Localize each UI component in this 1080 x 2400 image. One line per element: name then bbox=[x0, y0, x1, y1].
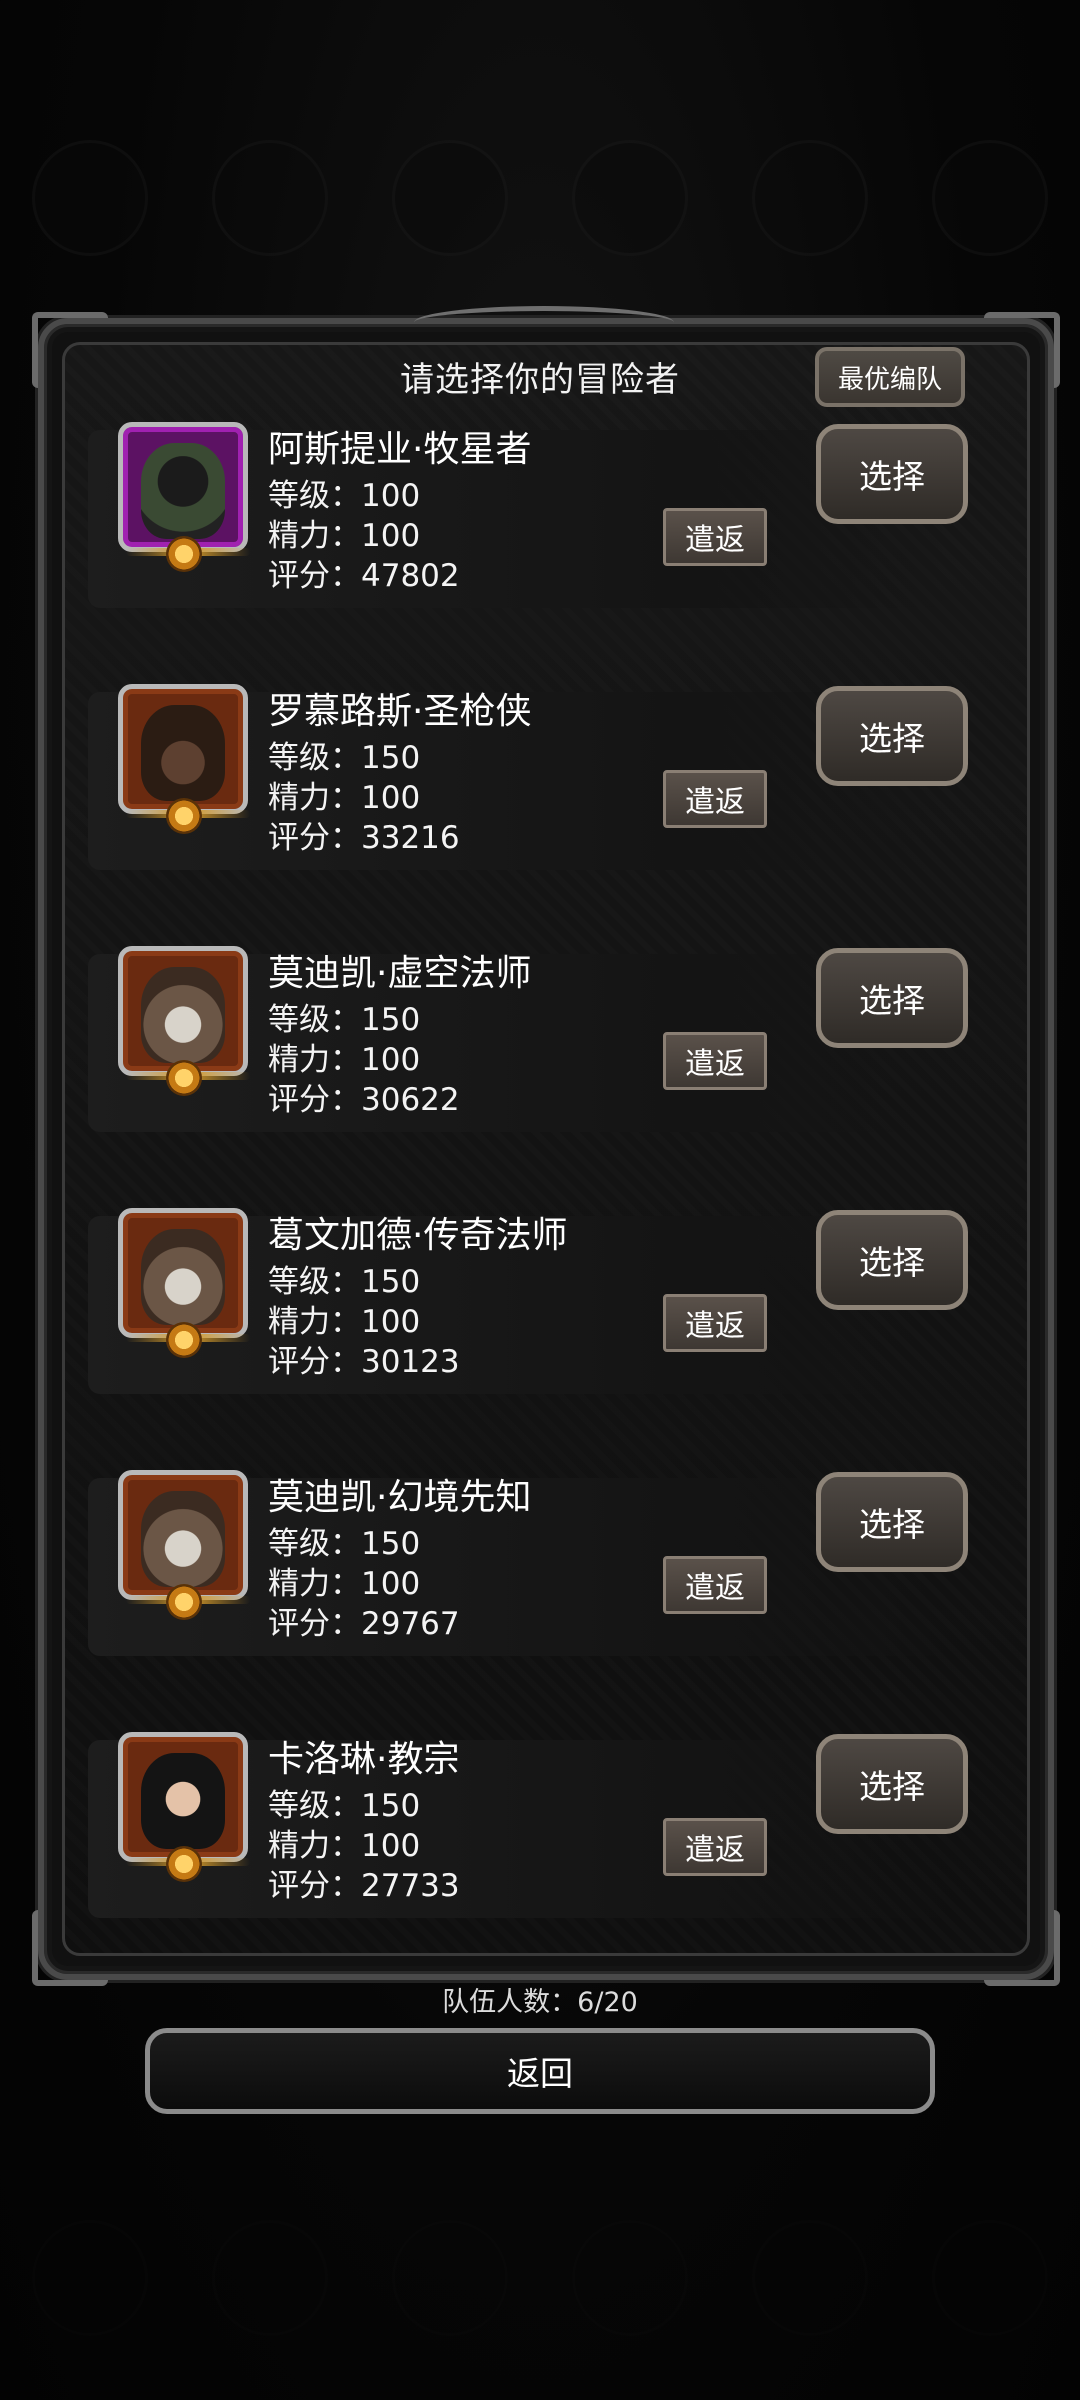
hero-portrait[interactable] bbox=[118, 422, 248, 552]
hero-name: 卡洛琳·教宗 bbox=[268, 1739, 460, 1780]
hero-name: 阿斯提业·牧星者 bbox=[268, 429, 532, 470]
hero-name: 莫迪凯·幻境先知 bbox=[268, 1477, 532, 1518]
dismiss-button[interactable]: 遣返 bbox=[663, 1032, 767, 1090]
hero-card: 莫迪凯·幻境先知 等级：150 精力：100 评分：29767 遣返 选择 bbox=[88, 1470, 968, 1656]
hero-level: 等级：150 bbox=[268, 1526, 421, 1562]
dismiss-button[interactable]: 遣返 bbox=[663, 770, 767, 828]
rank-emblem-icon bbox=[166, 1060, 202, 1096]
dismiss-button[interactable]: 遣返 bbox=[663, 1818, 767, 1876]
select-button[interactable]: 选择 bbox=[816, 686, 968, 786]
hero-energy: 精力：100 bbox=[268, 518, 421, 554]
hero-energy: 精力：100 bbox=[268, 1042, 421, 1078]
rank-emblem-icon bbox=[166, 1846, 202, 1882]
hero-energy: 精力：100 bbox=[268, 1566, 421, 1602]
hero-energy: 精力：100 bbox=[268, 780, 421, 816]
best-team-button[interactable]: 最优编队 bbox=[815, 347, 965, 407]
wizard-icon bbox=[141, 967, 225, 1063]
hero-score: 评分：33216 bbox=[268, 820, 460, 856]
hero-portrait[interactable] bbox=[118, 684, 248, 814]
dismiss-button[interactable]: 遣返 bbox=[663, 1294, 767, 1352]
hero-level: 等级：150 bbox=[268, 740, 421, 776]
gunslinger-icon bbox=[141, 705, 225, 801]
frame-corner-ornament bbox=[984, 1910, 1060, 1986]
hero-card: 罗慕路斯·圣枪侠 等级：150 精力：100 评分：33216 遣返 选择 bbox=[88, 684, 968, 870]
hero-name: 莫迪凯·虚空法师 bbox=[268, 953, 532, 994]
rank-emblem-icon bbox=[166, 1584, 202, 1620]
hooded-figure-icon bbox=[141, 443, 225, 539]
hero-name: 葛文加德·传奇法师 bbox=[268, 1215, 568, 1256]
hero-card: 阿斯提业·牧星者 等级：100 精力：100 评分：47802 遣返 选择 bbox=[88, 422, 968, 608]
hero-portrait[interactable] bbox=[118, 1208, 248, 1338]
hero-card: 葛文加德·传奇法师 等级：150 精力：100 评分：30123 遣返 选择 bbox=[88, 1208, 968, 1394]
hero-level: 等级：150 bbox=[268, 1264, 421, 1300]
hero-energy: 精力：100 bbox=[268, 1304, 421, 1340]
hero-score: 评分：30622 bbox=[268, 1082, 460, 1118]
back-button[interactable]: 返回 bbox=[145, 2028, 935, 2114]
background-icon-row bbox=[0, 140, 1080, 256]
hero-score: 评分：30123 bbox=[268, 1344, 460, 1380]
select-button[interactable]: 选择 bbox=[816, 1472, 968, 1572]
wizard-icon bbox=[141, 1229, 225, 1325]
hero-score: 评分：27733 bbox=[268, 1868, 460, 1904]
select-button[interactable]: 选择 bbox=[816, 1210, 968, 1310]
rank-emblem-icon bbox=[166, 1322, 202, 1358]
hero-score: 评分：47802 bbox=[268, 558, 460, 594]
rank-emblem-icon bbox=[166, 536, 202, 572]
hero-level: 等级：150 bbox=[268, 1002, 421, 1038]
dismiss-button[interactable]: 遣返 bbox=[663, 1556, 767, 1614]
hero-name: 罗慕路斯·圣枪侠 bbox=[268, 691, 532, 732]
dismiss-button[interactable]: 遣返 bbox=[663, 508, 767, 566]
wizard-icon bbox=[141, 1491, 225, 1587]
select-button[interactable]: 选择 bbox=[816, 424, 968, 524]
background-bottom-bar bbox=[0, 2180, 1080, 2400]
hero-portrait[interactable] bbox=[118, 1732, 248, 1862]
hero-score: 评分：29767 bbox=[268, 1606, 460, 1642]
hero-energy: 精力：100 bbox=[268, 1828, 421, 1864]
hero-card: 莫迪凯·虚空法师 等级：150 精力：100 评分：30622 遣返 选择 bbox=[88, 946, 968, 1132]
frame-corner-ornament bbox=[32, 1910, 108, 1986]
frame-top-ornament bbox=[414, 306, 674, 339]
hero-portrait[interactable] bbox=[118, 1470, 248, 1600]
hero-level: 等级：150 bbox=[268, 1788, 421, 1824]
select-button[interactable]: 选择 bbox=[816, 1734, 968, 1834]
hero-level: 等级：100 bbox=[268, 478, 421, 514]
nun-icon bbox=[141, 1753, 225, 1849]
select-button[interactable]: 选择 bbox=[816, 948, 968, 1048]
rank-emblem-icon bbox=[166, 798, 202, 834]
team-count: 队伍人数：6/20 bbox=[442, 1987, 638, 2018]
hero-portrait[interactable] bbox=[118, 946, 248, 1076]
hero-card: 卡洛琳·教宗 等级：150 精力：100 评分：27733 遣返 选择 bbox=[88, 1732, 968, 1918]
